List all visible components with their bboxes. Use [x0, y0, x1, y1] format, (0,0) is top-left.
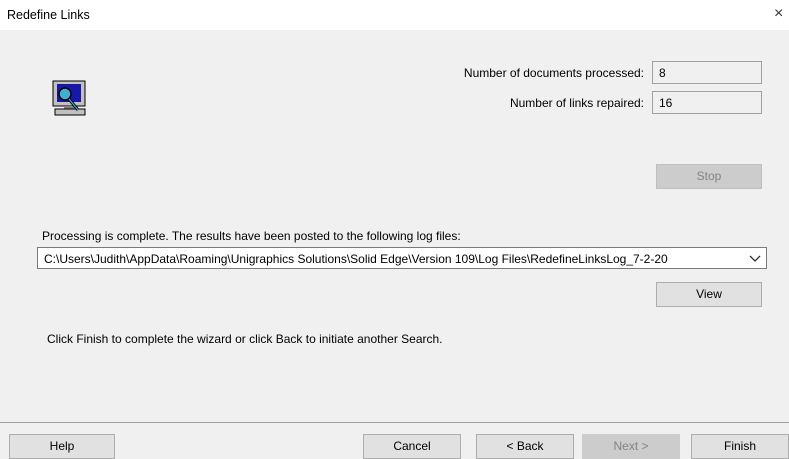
links-repaired-label: Number of links repaired:	[509, 96, 644, 110]
title-bar: Redefine Links ×	[0, 0, 789, 30]
close-icon[interactable]: ×	[774, 4, 789, 24]
log-file-path: C:\Users\Judith\AppData\Roaming\Unigraph…	[44, 252, 668, 266]
instruction-text: Click Finish to complete the wizard or c…	[47, 332, 443, 346]
log-file-select[interactable]: C:\Users\Judith\AppData\Roaming\Unigraph…	[37, 247, 767, 269]
stop-button[interactable]: Stop	[656, 164, 762, 189]
help-button[interactable]: Help	[9, 434, 115, 459]
processing-complete-message: Processing is complete. The results have…	[42, 229, 461, 243]
links-repaired-value: 16	[652, 91, 762, 114]
finish-button[interactable]: Finish	[691, 434, 789, 459]
view-button[interactable]: View	[656, 282, 762, 307]
documents-processed-label: Number of documents processed:	[463, 66, 644, 80]
chevron-down-icon[interactable]	[747, 250, 763, 266]
cancel-button[interactable]: Cancel	[363, 434, 461, 459]
next-button[interactable]: Next >	[582, 434, 680, 459]
back-button[interactable]: < Back	[476, 434, 574, 459]
footer-divider	[0, 422, 789, 423]
window-title: Redefine Links	[7, 8, 90, 22]
documents-processed-value: 8	[652, 61, 762, 84]
computer-search-icon	[52, 80, 86, 116]
